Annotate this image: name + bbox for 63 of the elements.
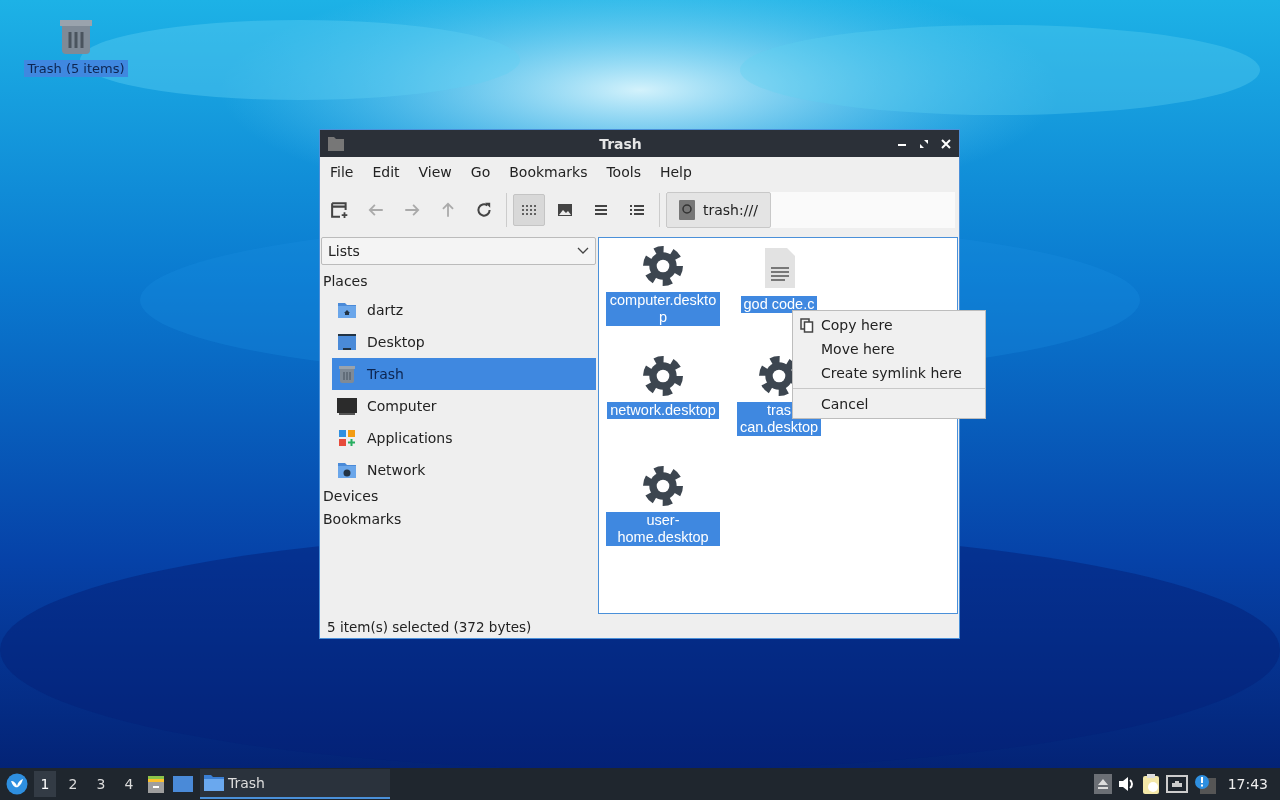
volume-icon[interactable] [1117, 775, 1136, 793]
section-heading[interactable]: Places [321, 271, 596, 294]
sidebar-item[interactable]: dartz [332, 294, 596, 326]
icon-view-button[interactable] [513, 194, 545, 226]
file-cabinet-icon[interactable] [146, 774, 166, 794]
grid-icon [521, 202, 537, 218]
menu-item[interactable]: Move here [793, 337, 985, 361]
gear-icon [643, 356, 683, 396]
network-icon[interactable] [1165, 775, 1188, 793]
image-icon [557, 202, 573, 218]
dropdown[interactable]: Lists [321, 237, 596, 265]
gear-icon [643, 246, 683, 286]
desktop-icon [337, 333, 357, 351]
notification-icon[interactable] [1193, 774, 1216, 794]
lines-icon [593, 202, 609, 218]
file-name[interactable]: god code.c [740, 296, 818, 313]
workspace-button[interactable]: 2 [62, 771, 84, 797]
chevron-down-icon [577, 247, 589, 255]
path-button[interactable]: trash:/// [666, 192, 771, 228]
menu-item[interactable]: Tools [600, 162, 649, 182]
trash-location-icon [679, 200, 695, 220]
folder-icon [328, 136, 344, 151]
section-heading[interactable]: Bookmarks [321, 509, 596, 532]
menu-item[interactable]: Bookmarks [503, 162, 596, 182]
monitor-icon [337, 397, 357, 415]
menu-item[interactable]: Help [653, 162, 700, 182]
window-title: Trash [598, 135, 643, 152]
home-folder-icon [337, 301, 357, 319]
start-menu-icon[interactable] [6, 773, 28, 795]
file-name[interactable]: computer.desktop [606, 292, 720, 326]
list-icon [629, 202, 645, 218]
menu-item[interactable]: Copy here [793, 313, 985, 337]
maximize-icon[interactable] [919, 138, 929, 149]
folder-icon [204, 775, 224, 791]
workspace-button[interactable]: 3 [90, 771, 112, 797]
sidebar-item[interactable]: Network [332, 454, 596, 486]
menu-item[interactable]: File [324, 162, 362, 182]
eject-icon[interactable] [1093, 774, 1112, 794]
menu-item[interactable]: View [412, 162, 460, 182]
clock: 17:43 [1227, 776, 1268, 792]
network-folder-icon [337, 461, 357, 479]
close-icon[interactable] [941, 138, 951, 149]
section-heading[interactable]: Devices [321, 486, 596, 509]
menu-item[interactable]: Create symlink here [793, 361, 985, 385]
copy-icon [800, 317, 814, 333]
sidebar-item[interactable]: Computer [332, 390, 596, 422]
status-text: 5 item(s) selected (372 bytes) [326, 618, 533, 637]
sidebar-item[interactable]: Trash [332, 358, 596, 390]
sidebar-item[interactable]: Applications [332, 422, 596, 454]
workspace-button[interactable]: 1 [34, 771, 56, 797]
desktop-icon[interactable] [172, 775, 194, 793]
sidebar-item[interactable]: Desktop [332, 326, 596, 358]
menu-item[interactable]: Go [464, 162, 499, 182]
menu-item[interactable]: Edit [366, 162, 408, 182]
file-name[interactable]: user-home.desktop [606, 512, 720, 546]
workspace-button[interactable]: 4 [118, 771, 140, 797]
gear-icon [643, 466, 683, 506]
file-name[interactable]: network.desktop [607, 402, 719, 419]
clipboard-icon[interactable] [1141, 773, 1160, 795]
desktop-icon-label[interactable]: Trash (5 items) [24, 60, 128, 77]
trash-icon [337, 364, 357, 384]
taskbar-window-button[interactable]: Trash [200, 769, 390, 799]
apps-icon [338, 429, 356, 447]
